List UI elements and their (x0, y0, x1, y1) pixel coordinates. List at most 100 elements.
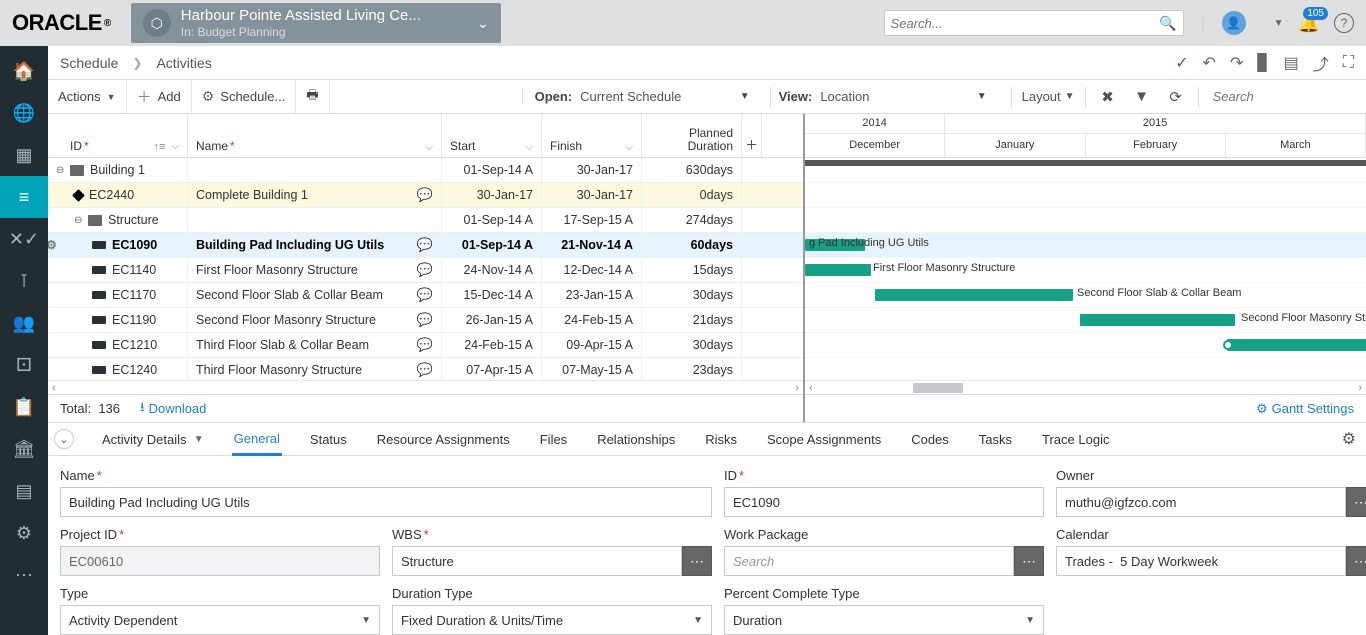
nav-org-icon[interactable]: ▦ (0, 134, 48, 176)
nav-home-icon[interactable]: 🏠 (0, 50, 48, 92)
gantt-row[interactable]: Second Floor Masonry Structure (805, 308, 1366, 333)
table-row[interactable]: ⊖Structure01-Sep-14 A17-Sep-15 A274days (48, 208, 803, 233)
tab-codes[interactable]: Codes (909, 423, 951, 455)
tab-risks[interactable]: Risks (703, 423, 739, 455)
view-caret-icon[interactable]: ▼ (977, 91, 987, 102)
tab-resource-assignments[interactable]: Resource Assignments (375, 423, 512, 455)
table-row[interactable]: ⊖Building 101-Sep-14 A30-Jan-17630days (48, 158, 803, 183)
redo-icon[interactable]: ↷ (1230, 53, 1243, 73)
breadcrumb-schedule[interactable]: Schedule (60, 55, 118, 71)
chat-icon[interactable]: 💬 (417, 312, 433, 328)
activity-details-tab[interactable]: Activity Details ▼ (100, 423, 206, 455)
calendar-input[interactable] (1056, 546, 1346, 576)
chat-icon[interactable]: 💬 (417, 187, 433, 203)
gantt-row[interactable]: First Floor Masonry Structure (805, 258, 1366, 283)
chat-icon[interactable]: 💬 (417, 237, 433, 253)
details-settings-icon[interactable]: ⚙ (1342, 429, 1356, 449)
expand-details-icon[interactable]: ⌄ (54, 429, 74, 449)
open-caret-icon[interactable]: ▼ (740, 91, 750, 102)
fullscreen-icon[interactable]: ⛶ (1343, 54, 1354, 72)
gantt-bar[interactable] (875, 289, 1073, 301)
tab-status[interactable]: Status (308, 423, 349, 455)
wbs-input[interactable] (392, 546, 682, 576)
export-icon[interactable]: ⤴ (1313, 51, 1329, 75)
gantt-bar[interactable] (1080, 314, 1235, 326)
gantt-row[interactable]: Second Floor Slab & Collar Beam (805, 283, 1366, 308)
gantt-row[interactable] (805, 158, 1366, 183)
col-id[interactable]: ID* ↑≡⌵ (48, 114, 188, 157)
table-row[interactable]: EC1240Third Floor Masonry Structure💬07-A… (48, 358, 803, 380)
gantt-bar[interactable] (805, 264, 871, 276)
tab-tasks[interactable]: Tasks (977, 423, 1014, 455)
id-input[interactable] (724, 487, 1044, 517)
notifications-icon[interactable]: 🔔105 (1298, 13, 1320, 34)
pct-select[interactable]: Duration▼ (724, 605, 1044, 635)
nav-settings-icon[interactable]: ⚙ (0, 512, 48, 554)
wrench-icon[interactable]: ✖ (1096, 88, 1120, 106)
gantt-row[interactable] (805, 333, 1366, 358)
table-row[interactable]: EC1140First Floor Masonry Structure💬24-N… (48, 258, 803, 283)
filter-icon[interactable]: ▼ (1130, 88, 1154, 105)
search-icon[interactable]: 🔍 (1159, 15, 1176, 32)
page-icon[interactable]: ▤ (1284, 53, 1299, 73)
col-name-menu-icon[interactable]: ⌵ (425, 142, 433, 153)
add-column-button[interactable]: ＋ (742, 114, 762, 157)
open-value[interactable]: Current Schedule (580, 89, 732, 104)
durtype-select[interactable]: Fixed Duration & Units/Time▼ (392, 605, 712, 635)
col-start[interactable]: Start⌵ (442, 114, 542, 157)
chat-icon[interactable]: 💬 (417, 262, 433, 278)
type-select[interactable]: Activity Dependent▼ (60, 605, 380, 635)
gantt-bar[interactable] (1227, 339, 1366, 351)
help-icon[interactable]: ? (1334, 13, 1354, 33)
col-duration[interactable]: PlannedDuration (642, 114, 742, 157)
project-selector[interactable]: ⬡ Harbour Pointe Assisted Living Ce... I… (131, 3, 501, 43)
owner-input[interactable] (1056, 487, 1346, 517)
chat-icon[interactable]: 💬 (417, 287, 433, 303)
save-icon[interactable]: ✓ (1175, 53, 1188, 73)
col-id-menu-icon[interactable]: ⌵ (171, 141, 179, 153)
chat-icon[interactable]: 💬 (417, 362, 433, 378)
tab-relationships[interactable]: Relationships (595, 423, 677, 455)
table-row[interactable]: ⚙EC1090Building Pad Including UG Utils💬0… (48, 233, 803, 258)
owner-picker-button[interactable]: ⋯ (1346, 487, 1366, 517)
user-menu-caret-icon[interactable]: ▼ (1274, 18, 1284, 29)
actions-menu[interactable]: Actions▼ (48, 80, 127, 113)
nav-dashboard-icon[interactable]: 🌐 (0, 92, 48, 134)
global-search-input[interactable] (891, 16, 1160, 31)
refresh-icon[interactable]: ⟳ (1164, 88, 1188, 106)
tab-files[interactable]: Files (538, 423, 569, 455)
schedule-button[interactable]: ⚙Schedule... (192, 80, 297, 113)
table-row[interactable]: EC1170Second Floor Slab & Collar Beam💬15… (48, 283, 803, 308)
sort-icon[interactable]: ↑≡ (153, 141, 165, 153)
table-scrollbar[interactable]: ‹› (48, 380, 803, 394)
nav-reports-icon[interactable]: ▤ (0, 470, 48, 512)
gantt-row[interactable] (805, 208, 1366, 233)
workpkg-picker-button[interactable]: ⋯ (1014, 546, 1044, 576)
gantt-settings-link[interactable]: ⚙Gantt Settings (1256, 401, 1354, 417)
nav-more-icon[interactable]: ⋯ (0, 554, 48, 596)
nav-library-icon[interactable]: 🏛 (0, 428, 48, 470)
nav-risk-icon[interactable]: ⚀ (0, 344, 48, 386)
view-value[interactable]: Location (820, 89, 968, 104)
gantt-row[interactable]: g Pad Including UG Utils (805, 233, 1366, 258)
undo-icon[interactable]: ↶ (1203, 53, 1216, 73)
gantt-body[interactable]: g Pad Including UG UtilsFirst Floor Maso… (805, 158, 1366, 380)
nav-activities-icon[interactable]: ≡ (0, 176, 48, 218)
nav-tasks-icon[interactable]: 📋 (0, 386, 48, 428)
col-name[interactable]: Name*⌵ (188, 114, 442, 157)
nav-plans-icon[interactable]: ✕✓ (0, 218, 48, 260)
global-search[interactable]: 🔍 (884, 10, 1184, 36)
gantt-scrollbar[interactable]: ‹› (805, 380, 1366, 394)
table-row[interactable]: EC1210Third Floor Slab & Collar Beam💬24-… (48, 333, 803, 358)
layout-menu[interactable]: Layout▼ (1022, 89, 1075, 104)
nav-team-icon[interactable]: 👥 (0, 302, 48, 344)
print-button[interactable]: 🖶 (296, 80, 329, 113)
avatar[interactable]: 👤 (1222, 11, 1246, 35)
chat-icon[interactable]: 💬 (417, 337, 433, 353)
col-finish[interactable]: Finish⌵ (542, 114, 642, 157)
gantt-row[interactable] (805, 358, 1366, 380)
calendar-picker-button[interactable]: ⋯ (1346, 546, 1366, 576)
tab-scope-assignments[interactable]: Scope Assignments (765, 423, 883, 455)
name-input[interactable] (60, 487, 712, 517)
download-link[interactable]: ⭳Download (140, 398, 206, 420)
